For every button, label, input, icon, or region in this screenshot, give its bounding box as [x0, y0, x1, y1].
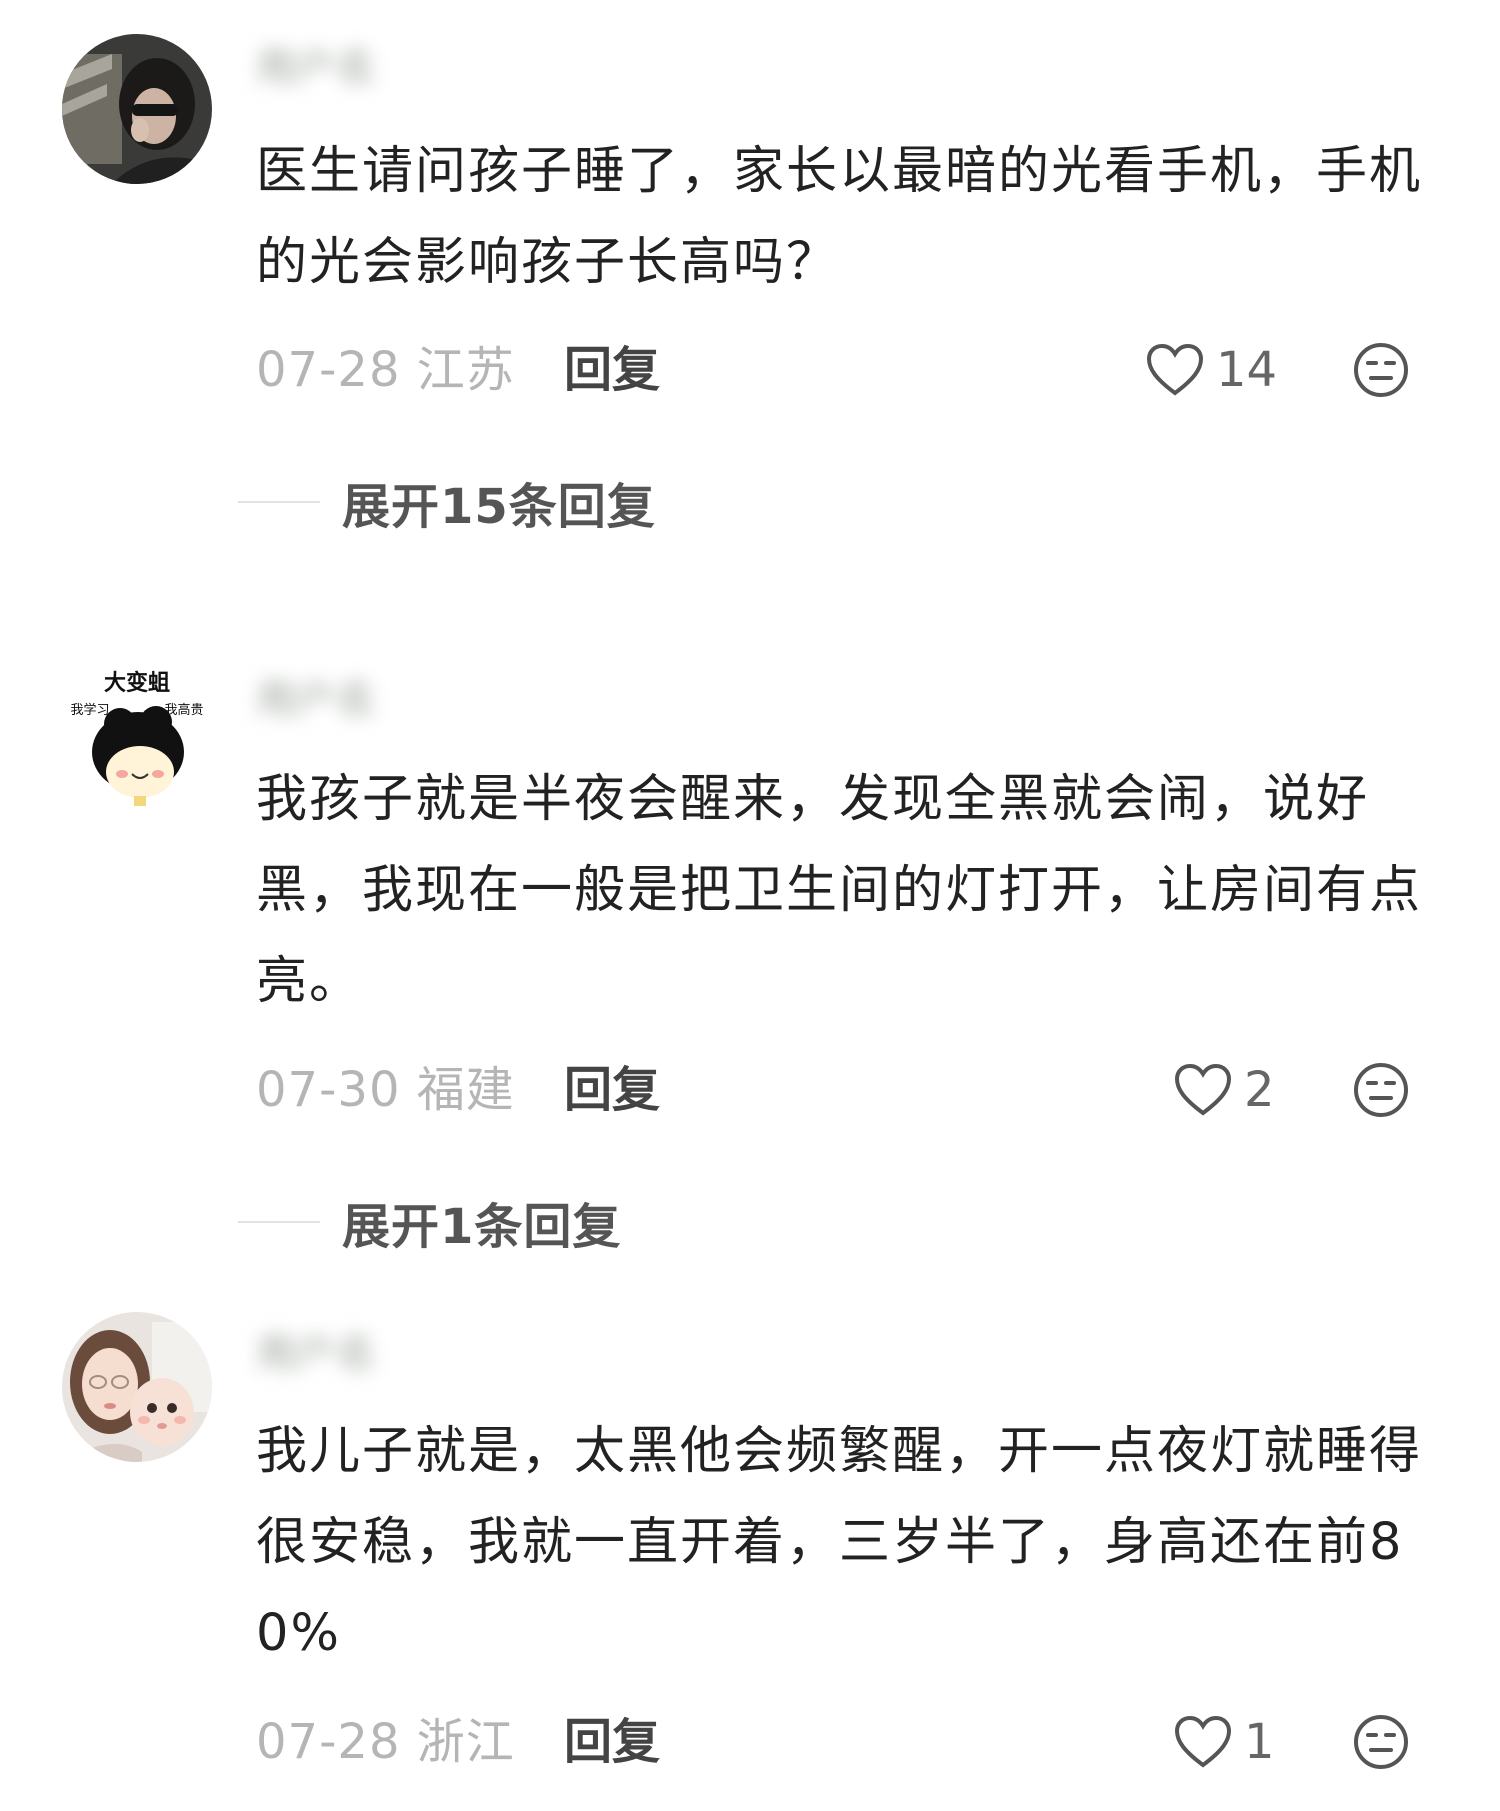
- emoji-react-button[interactable]: [1352, 1713, 1410, 1771]
- like-count: 2: [1244, 1062, 1275, 1118]
- comment-meta: 07-28 江苏 回复: [256, 340, 660, 400]
- heart-outline-icon: [1146, 343, 1204, 396]
- avatar-image: 大变蛆 我学习 我高贵: [62, 662, 212, 812]
- reply-button[interactable]: 回复: [564, 342, 660, 398]
- divider-line: [238, 1221, 320, 1223]
- expand-replies[interactable]: 展开1条回复: [238, 1192, 621, 1255]
- date-region: 07-28 江苏: [256, 342, 515, 398]
- heart-outline-icon: [1174, 1715, 1232, 1768]
- username[interactable]: 用户名: [256, 48, 376, 88]
- reply-button[interactable]: 回复: [564, 1714, 660, 1770]
- like-count: 1: [1244, 1714, 1275, 1770]
- comment-text: 我儿子就是，太黑他会频繁醒，开一点夜灯就睡得很安稳，我就一直开着，三岁半了，身高…: [256, 1422, 1423, 1663]
- username[interactable]: 用户名: [256, 1334, 376, 1374]
- like-button[interactable]: 14: [1146, 340, 1277, 400]
- like-count: 14: [1216, 342, 1278, 398]
- comment-text: 医生请问孩子睡了，家长以最暗的光看手机，手机的光会影响孩子长高吗？: [256, 142, 1423, 292]
- avatar[interactable]: 大变蛆 我学习 我高贵: [62, 662, 212, 812]
- avatar-image: [62, 34, 212, 184]
- expand-replies[interactable]: 展开15条回复: [238, 472, 656, 535]
- neutral-face-icon: [1354, 343, 1408, 397]
- avatar[interactable]: [62, 1312, 212, 1462]
- username[interactable]: 用户名: [256, 680, 376, 720]
- avatar-text-left: 我学习: [70, 702, 109, 718]
- like-button[interactable]: 1: [1174, 1712, 1275, 1772]
- emoji-react-button[interactable]: [1352, 1061, 1410, 1119]
- emoji-react-button[interactable]: [1352, 341, 1410, 399]
- reply-button[interactable]: 回复: [564, 1062, 660, 1118]
- expand-replies-label: 展开1条回复: [342, 1199, 622, 1255]
- comment-text: 我孩子就是半夜会醒来，发现全黑就会闹，说好黑，我现在一般是把卫生间的灯打开，让房…: [256, 770, 1423, 1011]
- neutral-face-icon: [1354, 1715, 1408, 1769]
- avatar-image: [62, 1312, 212, 1462]
- like-button[interactable]: 2: [1174, 1060, 1275, 1120]
- expand-replies-label: 展开15条回复: [342, 479, 656, 535]
- comment-meta: 07-28 浙江 回复: [256, 1712, 660, 1772]
- date-region: 07-30 福建: [256, 1062, 515, 1118]
- neutral-face-icon: [1354, 1063, 1408, 1117]
- divider-line: [238, 501, 320, 503]
- date-region: 07-28 浙江: [256, 1714, 515, 1770]
- avatar-text-top: 大变蛆: [104, 670, 170, 696]
- avatar[interactable]: [62, 34, 212, 184]
- comment-meta: 07-30 福建 回复: [256, 1060, 660, 1120]
- heart-outline-icon: [1174, 1063, 1232, 1116]
